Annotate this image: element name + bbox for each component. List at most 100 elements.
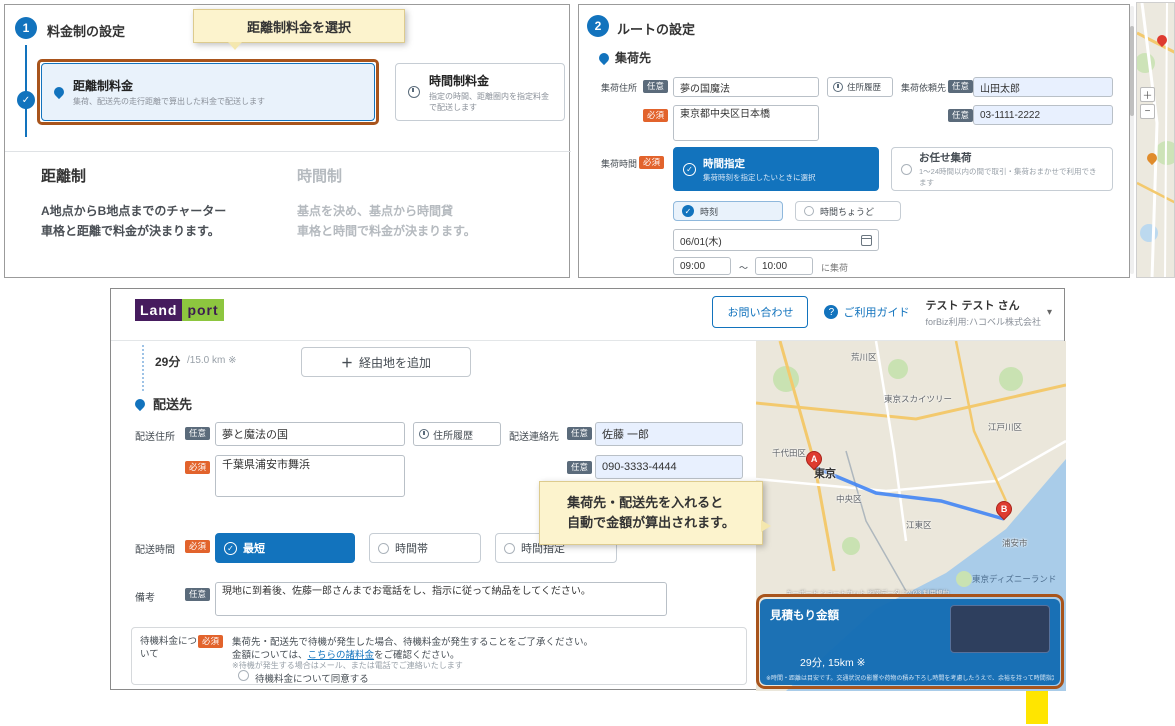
pickup-time-option-flexible[interactable]: お任せ集荷 1～24時間以内の間で取引・集荷おまかせで利用できます [891, 147, 1113, 191]
scrollbar-thumb[interactable] [1130, 26, 1134, 116]
optional-badge: 任意 [948, 80, 974, 93]
time-detail-title: 時間制 [297, 168, 343, 185]
date-value: 06/01(木) [680, 236, 722, 248]
add-waypoint-label: 経由地を追加 [359, 355, 432, 370]
waiting-fee-agree-radio[interactable] [238, 670, 249, 681]
time-fare-card[interactable]: 時間制料金 指定の時間、距離圏内を指定料金で配送します [395, 63, 565, 121]
guide-label: ご利用ガイド [843, 307, 910, 319]
marker-b-label: B [1000, 504, 1008, 514]
delivery-address-input[interactable] [215, 422, 405, 446]
optional-badge: 任意 [185, 588, 211, 601]
app-header: Land port お問い合わせ ? ご利用ガイド テスト テスト さん forB… [111, 289, 1064, 341]
delivery-history-label: 住所履歴 [433, 430, 473, 442]
estimate-title: 見積もり金額 [770, 610, 839, 622]
mini-map[interactable]: ＋ − [1136, 2, 1175, 278]
pickup-address-input[interactable] [673, 77, 819, 97]
estimate-summary: 29分, 15km ※ [800, 657, 866, 669]
time-separator: ～ [739, 263, 749, 273]
waiting-fee-text1: 集荷先・配送先で待機が発生した場合、待機料金が発生することをご了承ください。 [232, 637, 594, 648]
required-badge: 必須 [643, 109, 669, 122]
estimate-overlay: 見積もり金額 29分, 15km ※ ※時間・距離は目安です。交通状況の影響や荷… [760, 599, 1060, 685]
radio-icon [804, 206, 814, 216]
delivery-time-label: 配送時間 [135, 545, 175, 556]
pickup-pin-icon [596, 50, 612, 66]
map-attribution: キーボード ショートカット 地図データ ©2023 利用規約 [786, 590, 949, 597]
user-texts: テスト テスト さん forBiz利用:ハコベル株式会社 [925, 297, 1041, 328]
pickup-time-to-input[interactable] [755, 257, 813, 275]
contact-button[interactable]: お問い合わせ [712, 296, 809, 328]
chip-label: 時間帯 [395, 543, 428, 555]
logo[interactable]: Land port [135, 299, 224, 321]
map-label: 東京スカイツリー [884, 394, 953, 404]
delivery-address-history-button[interactable]: 住所履歴 [413, 422, 501, 446]
map-label: 東京ディズニーランド [972, 574, 1057, 584]
guide-link[interactable]: ? ご利用ガイド [824, 304, 909, 320]
map-label: 江東区 [906, 520, 932, 530]
map-label: 東京 [814, 468, 836, 480]
pickup-mode-exact-chip[interactable]: ✓ 時刻 [673, 201, 783, 221]
pickup-contact-label: 集荷依頼先 [901, 83, 947, 93]
estimate-tooltip-text: 集荷先・配送先を入れると 自動で金額が算出されます。 [567, 494, 735, 530]
distance-fare-card[interactable]: 距離制料金 集荷、配送先の走行距離で算出した料金で配送します [41, 63, 375, 121]
time-suffix: に集荷 [821, 263, 849, 273]
chip-label: 時間ちょうど [820, 206, 875, 217]
required-badge: 必須 [198, 635, 224, 648]
pickup-contact-input[interactable] [973, 77, 1113, 97]
route-panel-title: ルートの設定 [617, 22, 696, 37]
pin-icon [51, 84, 67, 100]
waiting-fee-note: ※待機が発生する場合はメール、または電話でご連絡いたします [232, 661, 463, 670]
mini-map-tiles [1137, 3, 1174, 277]
history-clock-icon [419, 429, 429, 439]
required-badge: 必須 [185, 540, 211, 553]
add-waypoint-button[interactable]: ＋ 経由地を追加 [301, 347, 471, 377]
chip-label: 最短 [243, 543, 265, 555]
route-duration: 29分 [155, 355, 181, 369]
notes-label: 備考 [135, 593, 155, 604]
calendar-icon [861, 234, 872, 246]
scrollbar[interactable] [1130, 6, 1134, 274]
delivery-time-window-chip[interactable]: 時間帯 [369, 533, 481, 563]
notes-textarea[interactable]: 現地に到着後、佐藤一郎さんまでお電話をし、指示に従って納品をしてください。 [215, 582, 667, 616]
pickup-address-history-button[interactable]: 住所履歴 [827, 77, 893, 97]
optional-badge: 任意 [948, 109, 974, 122]
option-desc: 集荷時刻を指定したいときに選択 [703, 172, 816, 182]
delivery-phone-input[interactable] [595, 455, 743, 479]
route-distance: /15.0 km ※ [187, 355, 237, 366]
chip-label: 時刻 [700, 206, 719, 217]
pickup-mode-sharp-chip[interactable]: 時間ちょうど [795, 201, 901, 221]
time-fare-title: 時間制料金 [429, 73, 490, 88]
pickup-phone-input[interactable] [973, 105, 1113, 125]
pickup-history-label: 住所履歴 [847, 82, 882, 92]
waiting-fee-box: 待機料金について 必須 集荷先・配送先で待機が発生した場合、待機料金が発生するこ… [131, 627, 747, 685]
clock-icon [408, 86, 420, 98]
pickup-time-option-specified[interactable]: ✓ 時間指定 集荷時刻を指定したいときに選択 [673, 147, 879, 191]
user-name: テスト テスト さん [925, 299, 1020, 312]
optional-badge: 任意 [567, 427, 593, 440]
optional-badge: 任意 [185, 427, 211, 440]
pickup-address-label: 集荷住所 [601, 83, 638, 93]
distance-fare-desc: 集荷、配送先の走行距離で算出した料金で配送します [73, 97, 265, 106]
delivery-contact-label: 配送連絡先 [509, 432, 559, 443]
delivery-time-earliest-chip[interactable]: ✓ 最短 [215, 533, 355, 563]
user-org: forBiz利用:ハコベル株式会社 [925, 316, 1041, 327]
delivery-section-title: 配送先 [153, 397, 193, 412]
user-menu[interactable]: テスト テスト さん forBiz利用:ハコベル株式会社 ▾ [925, 297, 1052, 328]
pickup-time-from-input[interactable] [673, 257, 731, 275]
distance-fare-card-text: 距離制料金 集荷、配送先の走行距離で算出した料金で配送します [73, 77, 265, 107]
map-label: 中央区 [836, 494, 862, 504]
pickup-date-input[interactable]: 06/01(木) [673, 229, 879, 251]
radio-icon [901, 163, 912, 175]
step-check-icon: ✓ [17, 91, 35, 109]
zoom-out-button[interactable]: − [1140, 104, 1155, 119]
time-fare-desc: 指定の時間、距離圏内を指定料金で配送します [429, 91, 549, 112]
delivery-address-detail-textarea[interactable]: 千葉県浦安市舞浜 [215, 455, 405, 497]
history-clock-icon [833, 82, 843, 92]
map-label: 江戸川区 [988, 422, 1023, 432]
zoom-in-button[interactable]: ＋ [1140, 87, 1155, 102]
optional-badge: 任意 [643, 80, 669, 93]
map[interactable]: 荒川区 東京スカイツリー 江戸川区 千代田区 東京 中央区 江東区 浦安市 東京… [756, 341, 1066, 691]
waiting-fee-agree-label: 待機料金について同意する [255, 674, 369, 685]
pickup-address-detail-textarea[interactable]: 東京都中央区日本橋 [673, 105, 819, 141]
delivery-contact-input[interactable] [595, 422, 743, 446]
option-text: お任せ集荷 1～24時間以内の間で取引・集荷おまかせで利用できます [919, 150, 1103, 188]
